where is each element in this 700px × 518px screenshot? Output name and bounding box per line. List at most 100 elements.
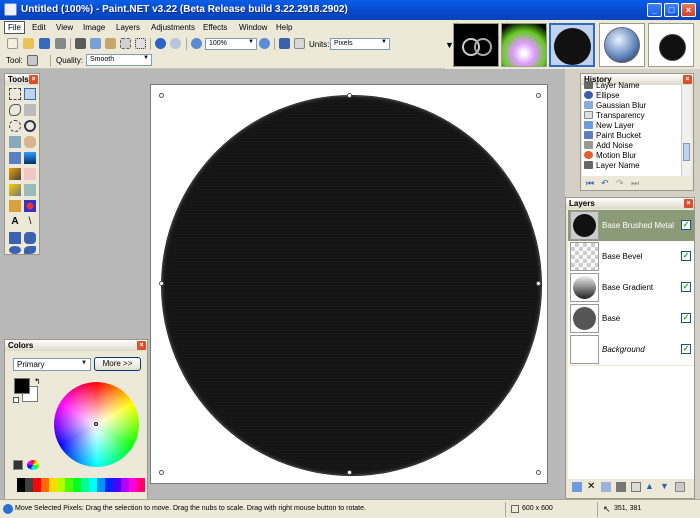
history-scrollbar[interactable]	[681, 85, 691, 176]
menu-file[interactable]: File	[4, 21, 25, 34]
rulers-icon[interactable]	[294, 38, 305, 49]
ellipse-icon[interactable]	[9, 246, 21, 254]
paintbrush-icon[interactable]	[9, 168, 21, 180]
gradient-icon[interactable]	[24, 152, 36, 164]
selection-nub[interactable]	[159, 93, 164, 98]
clone-stamp-icon[interactable]	[9, 200, 21, 212]
redo-icon[interactable]: ↷	[616, 178, 624, 189]
maximize-button[interactable]: □	[664, 3, 679, 17]
layer-row-base-bevel[interactable]: Base Bevel ✓	[568, 241, 694, 272]
menu-window[interactable]: Window	[239, 23, 267, 32]
pencil-icon[interactable]	[9, 184, 21, 196]
redo-icon[interactable]	[170, 38, 181, 49]
layer-row-background[interactable]: Background ✓	[568, 334, 694, 365]
pan-icon[interactable]	[24, 136, 36, 148]
recolor-icon[interactable]	[24, 200, 36, 212]
zoom-out-icon[interactable]	[191, 38, 202, 49]
text-icon[interactable]: A	[9, 216, 21, 228]
image-thumb-2[interactable]	[501, 23, 547, 67]
move-selected-pixels-icon[interactable]	[24, 104, 36, 116]
history-item[interactable]: Layer Name	[584, 160, 640, 171]
layer-menu-icon[interactable]	[675, 482, 685, 492]
layer-properties-icon[interactable]	[631, 482, 641, 492]
zoom-combo[interactable]: 100% ▼	[205, 38, 257, 50]
image-thumb-4[interactable]	[599, 23, 645, 67]
selection-nub[interactable]	[536, 281, 541, 286]
fast-forward-icon[interactable]: ⏭	[631, 178, 639, 189]
crop-icon[interactable]	[120, 38, 131, 49]
close-icon[interactable]: ×	[684, 199, 693, 208]
selection-nub[interactable]	[159, 470, 164, 475]
freeform-shape-icon[interactable]	[24, 246, 36, 254]
menu-edit[interactable]: Edit	[32, 23, 46, 32]
layer-row-base[interactable]: Base ✓	[568, 303, 694, 334]
menu-image[interactable]: Image	[83, 23, 105, 32]
paste-icon[interactable]	[105, 38, 116, 49]
close-icon[interactable]: ×	[683, 75, 692, 84]
merge-layer-icon[interactable]	[616, 482, 626, 492]
layer-visibility-checkbox[interactable]: ✓	[681, 251, 691, 261]
duplicate-layer-icon[interactable]	[601, 482, 611, 492]
swap-colors-icon[interactable]: ↰	[34, 377, 41, 386]
menu-layers[interactable]: Layers	[116, 23, 140, 32]
rectangle-select-icon[interactable]	[9, 88, 21, 100]
move-selection-icon[interactable]	[27, 55, 38, 66]
line-curve-icon[interactable]: \	[24, 216, 36, 228]
layer-row-base-brushed-metal[interactable]: Base Brushed Metal ✓	[568, 210, 694, 241]
reset-colors-icon[interactable]	[13, 397, 19, 403]
layer-visibility-checkbox[interactable]: ✓	[681, 313, 691, 323]
layer-visibility-checkbox[interactable]: ✓	[681, 344, 691, 354]
color-wheel[interactable]	[54, 382, 139, 467]
magic-wand-icon[interactable]	[9, 136, 21, 148]
deselect-icon[interactable]	[135, 38, 146, 49]
rounded-rectangle-icon[interactable]	[24, 232, 36, 244]
selection-nub[interactable]	[536, 93, 541, 98]
image-thumb-5[interactable]	[648, 23, 694, 67]
open-icon[interactable]	[23, 38, 34, 49]
move-layer-up-icon[interactable]: ▲	[645, 481, 654, 491]
selection-nub[interactable]	[159, 281, 164, 286]
layer-visibility-checkbox[interactable]: ✓	[681, 282, 691, 292]
menu-view[interactable]: View	[56, 23, 73, 32]
paint-bucket-icon[interactable]	[9, 152, 21, 164]
lasso-select-icon[interactable]	[9, 104, 21, 116]
image-thumb-1[interactable]	[453, 23, 499, 67]
selection-nub[interactable]	[347, 470, 352, 475]
image-thumb-3[interactable]	[549, 23, 595, 67]
cut-icon[interactable]	[75, 38, 86, 49]
image-canvas[interactable]	[150, 84, 548, 484]
menu-help[interactable]: Help	[276, 23, 292, 32]
move-layer-down-icon[interactable]: ▼	[660, 481, 669, 491]
more-button[interactable]: More >>	[94, 357, 141, 371]
grid-icon[interactable]	[279, 38, 290, 49]
zoom-in-icon[interactable]	[259, 38, 270, 49]
color-picker-icon[interactable]	[24, 184, 36, 196]
color-palette[interactable]	[17, 478, 145, 492]
menu-effects[interactable]: Effects	[203, 23, 227, 32]
primary-color-swatch[interactable]	[14, 378, 30, 394]
close-icon[interactable]: ×	[29, 75, 38, 84]
save-icon[interactable]	[39, 38, 50, 49]
minimize-button[interactable]: _	[647, 3, 662, 17]
color-mode-select[interactable]: Primary ▼	[13, 358, 91, 371]
new-icon[interactable]	[7, 38, 18, 49]
zoom-icon[interactable]	[24, 120, 36, 132]
rectangle-icon[interactable]	[9, 232, 21, 244]
palette-icon[interactable]	[13, 460, 23, 470]
quality-combo[interactable]: Smooth ▼	[86, 54, 152, 66]
undo-icon[interactable]	[155, 38, 166, 49]
menu-adjustments[interactable]: Adjustments	[151, 23, 195, 32]
selection-nub[interactable]	[347, 93, 352, 98]
copy-icon[interactable]	[90, 38, 101, 49]
selection-nub[interactable]	[536, 470, 541, 475]
units-combo[interactable]: Pixels ▼	[330, 38, 390, 50]
palette-menu-icon[interactable]	[27, 460, 39, 470]
move-selection-icon[interactable]	[24, 88, 36, 100]
close-button[interactable]: ×	[681, 3, 696, 17]
delete-layer-icon[interactable]: ✕	[587, 481, 595, 492]
rewind-icon[interactable]: ⏮	[586, 178, 594, 189]
layer-row-base-gradient[interactable]: Base Gradient ✓	[568, 272, 694, 303]
close-icon[interactable]: ×	[137, 341, 146, 350]
ellipse-select-icon[interactable]	[9, 120, 21, 132]
undo-icon[interactable]: ↶	[601, 178, 609, 189]
